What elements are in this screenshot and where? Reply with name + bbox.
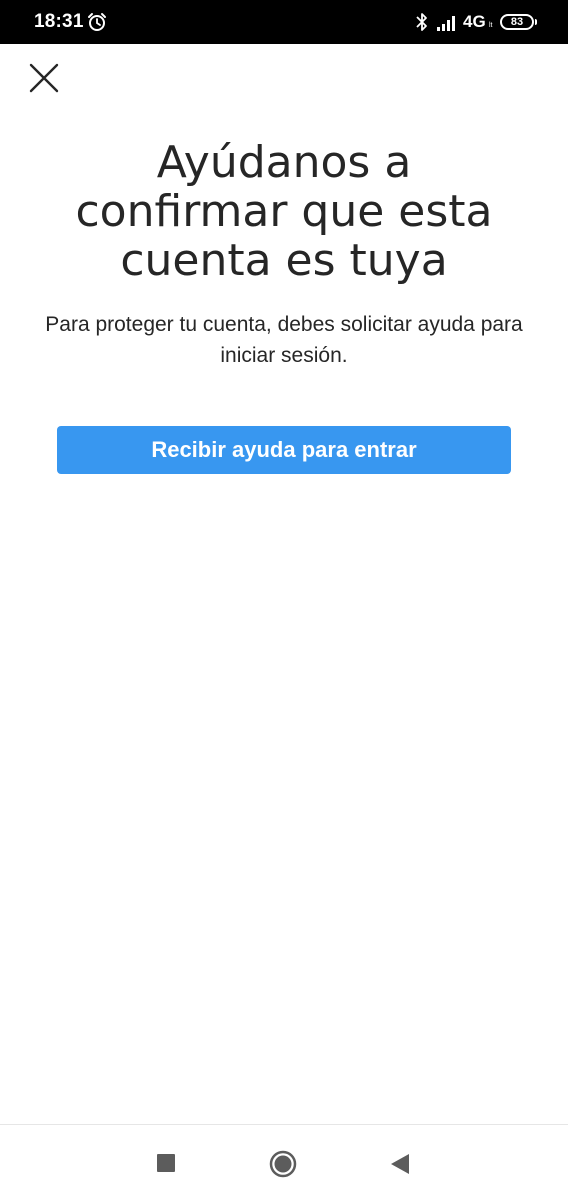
network-subtype: lt [489, 22, 493, 29]
battery-level: 83 [510, 16, 524, 28]
status-time: 18:31 [34, 11, 84, 32]
get-help-button[interactable]: Recibir ayuda para entrar [57, 426, 511, 474]
battery-icon: 83 [500, 14, 534, 30]
recent-apps-icon[interactable] [157, 1154, 175, 1172]
signal-icon [437, 16, 455, 31]
page-description: Para proteger tu cuenta, debes solicitar… [45, 313, 523, 367]
home-icon[interactable] [269, 1150, 297, 1178]
status-bar: 18:31 4G lt 83 [0, 0, 568, 44]
page-title: Ayúdanos a confirmar que esta cuenta es … [75, 137, 493, 286]
network-type: 4G [463, 12, 486, 31]
alarm-icon [88, 13, 106, 31]
back-icon[interactable] [389, 1152, 411, 1176]
battery-nub [535, 19, 537, 25]
close-icon [29, 63, 59, 93]
navigation-bar [0, 1125, 568, 1200]
close-button[interactable] [24, 58, 64, 98]
screen: 18:31 4G lt 83 Ayúdanos a confirmar que … [0, 0, 568, 1200]
bluetooth-icon [416, 13, 427, 31]
